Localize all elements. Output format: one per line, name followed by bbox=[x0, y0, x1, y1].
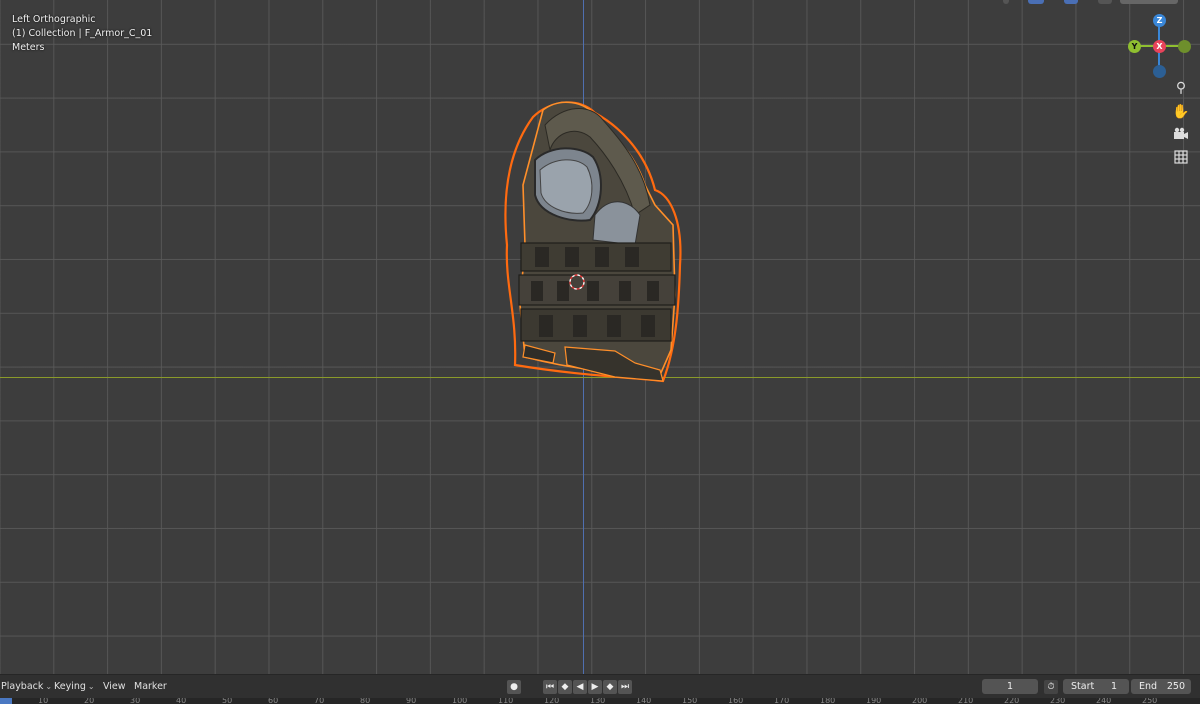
toolbar-fragment[interactable] bbox=[1064, 0, 1078, 4]
jump-keyframe-forward-button[interactable]: ◆ bbox=[603, 680, 617, 694]
marker-menu[interactable]: Marker bbox=[134, 681, 167, 692]
toolbar-fragment[interactable] bbox=[1098, 0, 1112, 4]
ruler-tick: 140 bbox=[636, 698, 652, 704]
ruler-tick: 10 bbox=[38, 698, 49, 704]
gizmo-neg-z-ball[interactable] bbox=[1153, 65, 1166, 78]
armor-vest-model[interactable] bbox=[495, 95, 695, 385]
toolbar-fragment[interactable] bbox=[1028, 0, 1044, 4]
ruler-tick: 120 bbox=[544, 698, 560, 704]
start-label: Start bbox=[1071, 681, 1095, 692]
ruler-tick: 220 bbox=[1004, 698, 1020, 704]
ruler-tick: 230 bbox=[1050, 698, 1066, 704]
start-frame-field[interactable]: Start 1 bbox=[1063, 679, 1129, 694]
ruler-tick: 170 bbox=[774, 698, 790, 704]
keying-label: Keying bbox=[54, 681, 86, 692]
ruler-tick: 60 bbox=[268, 698, 279, 704]
grid-icon[interactable] bbox=[1171, 150, 1191, 170]
view-name-label: Left Orthographic bbox=[12, 14, 96, 25]
ruler-tick: 180 bbox=[820, 698, 836, 704]
ruler-tick: 190 bbox=[866, 698, 882, 704]
ruler-tick: 200 bbox=[912, 698, 928, 704]
ruler-tick: 30 bbox=[130, 698, 141, 704]
end-frame-field[interactable]: End 250 bbox=[1131, 679, 1191, 694]
keying-menu[interactable]: Keying ⌄ bbox=[54, 681, 95, 692]
playhead[interactable] bbox=[0, 698, 12, 704]
ruler-tick: 130 bbox=[590, 698, 606, 704]
navigation-gizmo[interactable]: Z Y X bbox=[1124, 10, 1196, 82]
chevron-down-icon: ⌄ bbox=[45, 682, 53, 691]
jump-start-button[interactable]: ⏮ bbox=[543, 680, 557, 694]
ruler-tick: 240 bbox=[1096, 698, 1112, 704]
end-label: End bbox=[1139, 681, 1158, 692]
timeline-header: Playback ⌄ Keying ⌄ View Marker ● ⏮ ◆ ◀ ▶ … bbox=[0, 674, 1200, 699]
jump-end-button[interactable]: ⏭ bbox=[618, 680, 632, 694]
ruler-tick: 80 bbox=[360, 698, 371, 704]
ruler-tick: 20 bbox=[84, 698, 95, 704]
units-label: Meters bbox=[12, 42, 45, 53]
ruler-tick: 150 bbox=[682, 698, 698, 704]
collection-label: (1) Collection | F_Armor_C_01 bbox=[12, 28, 153, 39]
gizmo-y-ball[interactable]: Y bbox=[1128, 40, 1141, 53]
ruler-tick: 90 bbox=[406, 698, 417, 704]
toolbar-fragment bbox=[1003, 0, 1009, 4]
end-value: 250 bbox=[1166, 681, 1185, 692]
zoom-icon[interactable]: ⚲ bbox=[1171, 78, 1191, 98]
toolbar-fragment[interactable] bbox=[1120, 0, 1178, 4]
view-menu[interactable]: View bbox=[103, 681, 126, 692]
ruler-tick: 40 bbox=[176, 698, 187, 704]
play-reverse-button[interactable]: ◀ bbox=[573, 680, 587, 694]
ruler-tick: 250 bbox=[1142, 698, 1158, 704]
ruler-tick: 70 bbox=[314, 698, 325, 704]
hand-pan-icon[interactable]: ✋ bbox=[1171, 102, 1191, 122]
playback-label: Playback bbox=[1, 681, 44, 692]
playback-menu[interactable]: Playback ⌄ bbox=[1, 681, 52, 692]
chevron-down-icon: ⌄ bbox=[87, 682, 95, 691]
camera-icon[interactable] bbox=[1171, 126, 1191, 146]
ruler-tick: 50 bbox=[222, 698, 233, 704]
play-button[interactable]: ▶ bbox=[588, 680, 602, 694]
gizmo-z-ball[interactable]: Z bbox=[1153, 14, 1166, 27]
ruler-tick: 100 bbox=[452, 698, 468, 704]
3d-viewport[interactable]: Left Orthographic (1) Collection | F_Arm… bbox=[0, 0, 1200, 674]
ruler-tick: 210 bbox=[958, 698, 974, 704]
frame-ruler[interactable]: 10 20 30 40 50 60 70 80 90 100 110 120 130 140 150 160 1… bbox=[0, 698, 1200, 704]
stopwatch-icon[interactable]: ⏱ bbox=[1044, 680, 1058, 694]
gizmo-x-ball[interactable]: X bbox=[1153, 40, 1166, 53]
ruler-tick: 160 bbox=[728, 698, 744, 704]
record-button[interactable]: ● bbox=[507, 680, 521, 694]
ruler-tick: 110 bbox=[498, 698, 514, 704]
gizmo-neg-y-ball[interactable] bbox=[1178, 40, 1191, 53]
jump-keyframe-back-button[interactable]: ◆ bbox=[558, 680, 572, 694]
current-frame-field[interactable]: 1 bbox=[982, 679, 1038, 694]
start-value: 1 bbox=[1110, 681, 1117, 692]
